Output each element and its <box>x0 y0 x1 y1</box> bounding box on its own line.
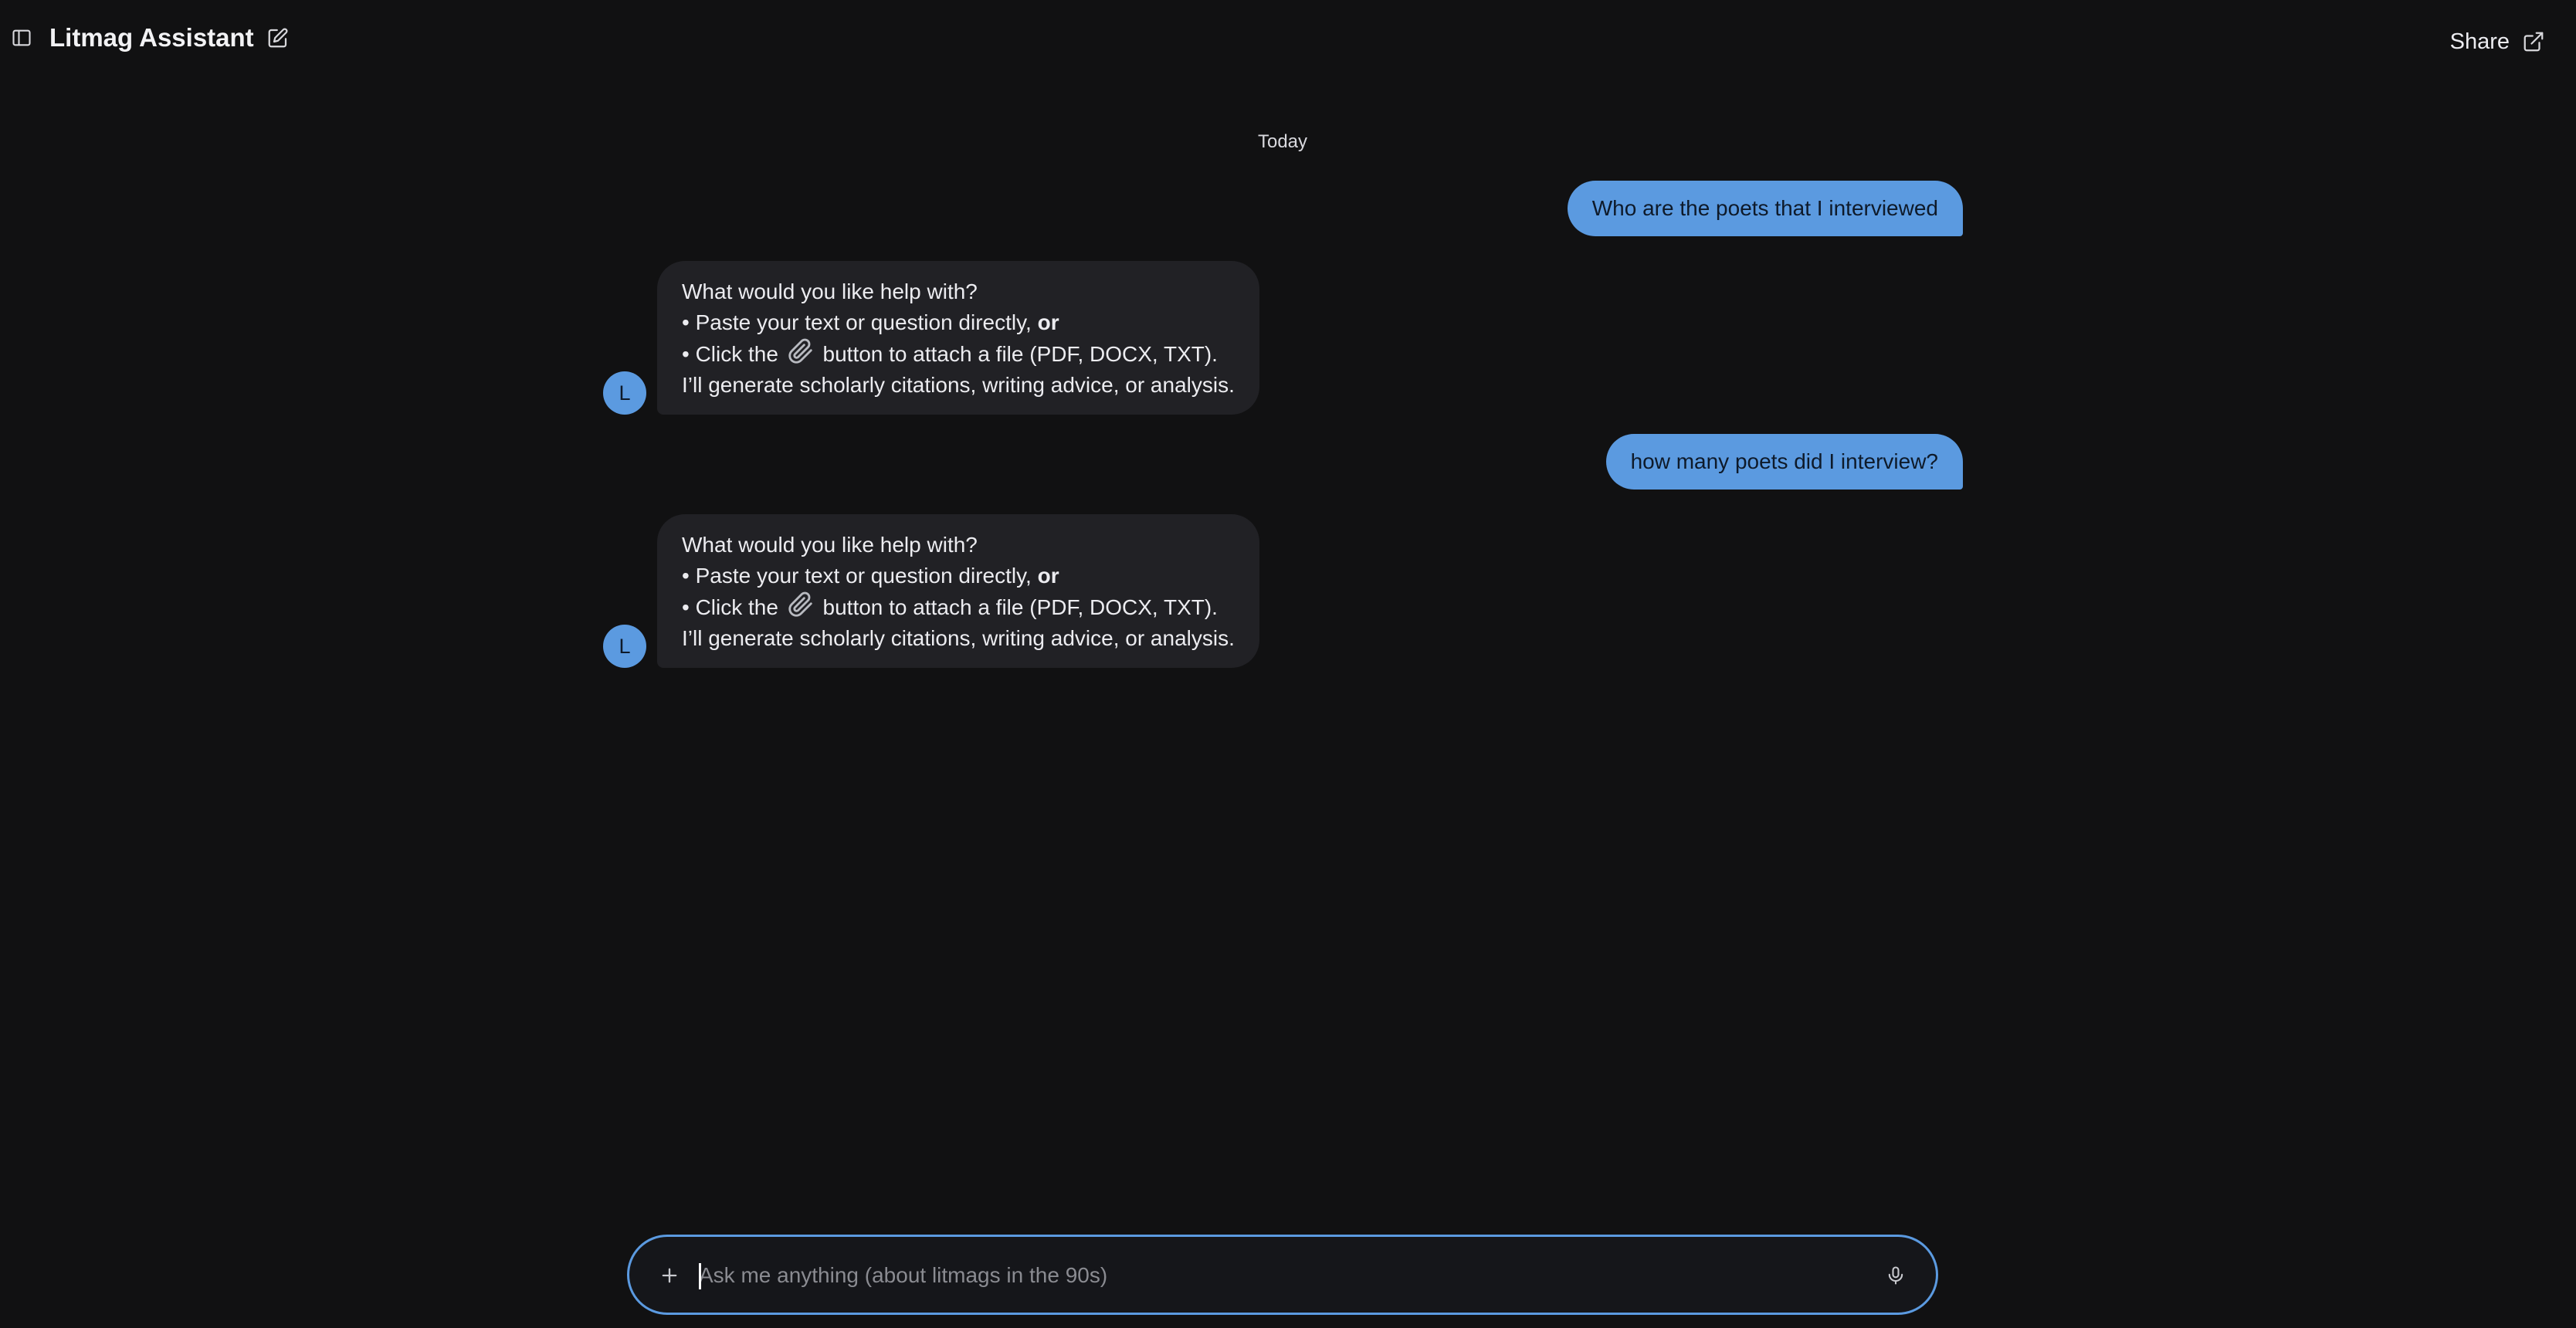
new-chat-button[interactable] <box>264 24 292 52</box>
add-attachment-button[interactable] <box>654 1260 685 1291</box>
paperclip-icon <box>788 338 812 364</box>
message-line: • Click the button to attach a file (PDF… <box>682 591 1235 623</box>
message-input[interactable] <box>699 1254 1842 1297</box>
message-text: • Click the <box>682 342 785 366</box>
share-label: Share <box>2449 29 2510 54</box>
app-title: Litmag Assistant <box>49 23 254 52</box>
message-text: • Click the <box>682 595 785 619</box>
edit-icon <box>268 28 288 48</box>
message-text: button to attach a file (PDF, DOCX, TXT)… <box>816 342 1218 366</box>
plus-icon <box>662 1268 677 1283</box>
message-line: What would you like help with? <box>682 279 978 303</box>
sidebar-toggle-icon <box>12 29 31 46</box>
text-cursor <box>699 1263 701 1289</box>
message-line: I’ll generate scholarly citations, writi… <box>682 373 1235 397</box>
day-separator: Today <box>1257 131 1308 152</box>
paperclip-icon <box>788 591 812 617</box>
voice-input-button[interactable] <box>1880 1260 1911 1291</box>
assistant-message: What would you like help with? • Paste y… <box>657 261 1259 415</box>
message-text: • Paste your text or question directly, <box>682 564 1038 588</box>
message-line: What would you like help with? <box>682 533 978 557</box>
message-text: • Paste your text or question directly, <box>682 310 1038 334</box>
sidebar-toggle-button[interactable] <box>9 25 34 50</box>
share-button[interactable]: Share <box>2450 25 2545 58</box>
assistant-avatar: L <box>603 371 646 415</box>
assistant-message-row: L What would you like help with? • Paste… <box>603 514 1259 668</box>
message-text: button to attach a file (PDF, DOCX, TXT)… <box>816 595 1218 619</box>
message-composer <box>627 1235 1938 1315</box>
user-message: how many poets did I interview? <box>1605 434 1963 490</box>
message-bold-text: or <box>1037 564 1059 588</box>
message-line: • Paste your text or question directly, … <box>682 307 1235 338</box>
message-line: • Click the button to attach a file (PDF… <box>682 338 1235 370</box>
chat-app: Litmag Assistant Share Today Who are the… <box>0 0 2576 1328</box>
message-line: • Paste your text or question directly, … <box>682 561 1235 591</box>
microphone-icon <box>1888 1266 1903 1285</box>
assistant-message: What would you like help with? • Paste y… <box>657 514 1259 668</box>
assistant-message-row: L What would you like help with? • Paste… <box>603 261 1259 415</box>
assistant-avatar: L <box>603 625 646 668</box>
external-link-icon <box>2523 32 2544 52</box>
message-bold-text: or <box>1037 310 1059 334</box>
top-bar: Litmag Assistant Share <box>0 0 2576 77</box>
message-line: I’ll generate scholarly citations, writi… <box>682 626 1235 650</box>
user-message: Who are the poets that I interviewed <box>1567 181 1963 236</box>
